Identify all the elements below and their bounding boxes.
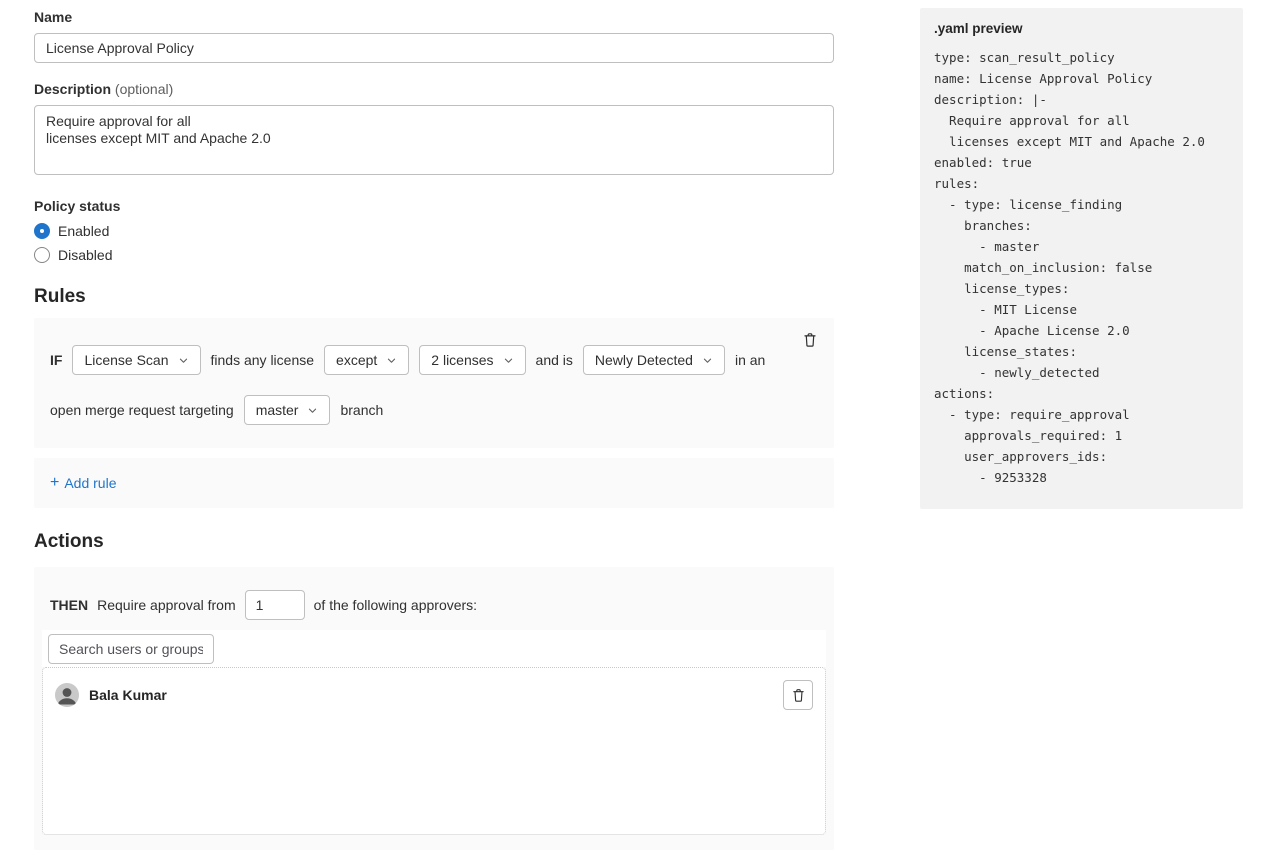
radio-enabled-label: Enabled: [58, 223, 109, 239]
policy-status-label: Policy status: [34, 198, 834, 215]
then-keyword: THEN: [50, 597, 88, 613]
radio-enabled-icon[interactable]: [34, 223, 50, 239]
policy-description-textarea[interactable]: Require approval for all licenses except…: [34, 105, 834, 175]
require-approval-text: Require approval from: [97, 597, 236, 613]
description-optional-text: (optional): [115, 81, 173, 97]
delete-rule-button[interactable]: [798, 328, 822, 352]
chevron-down-icon: [386, 355, 397, 366]
actions-heading: Actions: [34, 530, 834, 554]
trash-icon: [802, 332, 818, 348]
chevron-down-icon: [307, 405, 318, 416]
approver-search-input[interactable]: [48, 634, 214, 664]
policy-form: Name Description (optional) Require appr…: [34, 9, 834, 850]
rule-condition-row-1: IF License Scan finds any license except…: [50, 345, 818, 375]
license-count-dropdown-value: 2 licenses: [431, 352, 493, 368]
rule-panel: IF License Scan finds any license except…: [34, 318, 834, 448]
chevron-down-icon: [503, 355, 514, 366]
description-label: Description (optional): [34, 81, 834, 98]
branch-text: branch: [340, 402, 383, 418]
license-state-dropdown-value: Newly Detected: [595, 352, 693, 368]
then-row: THEN Require approval from of the follow…: [50, 590, 826, 620]
add-rule-button[interactable]: + Add rule: [50, 475, 117, 491]
approver-name: Bala Kumar: [89, 687, 167, 703]
approvals-required-input[interactable]: [245, 590, 305, 620]
radio-disabled-label: Disabled: [58, 247, 112, 263]
approvers-following-text: of the following approvers:: [314, 597, 477, 613]
approver-search-strip: [42, 630, 826, 667]
yaml-preview-title: .yaml preview: [934, 20, 1229, 38]
yaml-preview-code: type: scan_result_policy name: License A…: [934, 47, 1229, 488]
targeting-text: open merge request targeting: [50, 402, 234, 418]
remove-approver-button[interactable]: [783, 680, 813, 710]
yaml-preview-panel: .yaml preview type: scan_result_policy n…: [920, 8, 1243, 509]
approvers-list: Bala Kumar: [42, 667, 826, 835]
policy-status-group: Policy status Enabled Disabled: [34, 198, 834, 263]
rules-heading: Rules: [34, 285, 834, 309]
if-keyword: IF: [50, 352, 62, 368]
policy-editor-page: Name Description (optional) Require appr…: [0, 0, 1265, 863]
finds-text: finds any license: [211, 352, 315, 368]
plus-icon: +: [50, 476, 59, 490]
chevron-down-icon: [702, 355, 713, 366]
name-label: Name: [34, 9, 834, 26]
scanner-dropdown-value: License Scan: [84, 352, 168, 368]
status-option-enabled[interactable]: Enabled: [34, 222, 834, 239]
avatar: [55, 683, 79, 707]
scanner-dropdown[interactable]: License Scan: [72, 345, 200, 375]
license-state-dropdown[interactable]: Newly Detected: [583, 345, 725, 375]
add-rule-label: Add rule: [64, 475, 116, 491]
description-label-text: Description: [34, 81, 111, 97]
policy-name-input[interactable]: [34, 33, 834, 63]
radio-disabled-icon[interactable]: [34, 247, 50, 263]
chevron-down-icon: [178, 355, 189, 366]
trash-icon: [791, 688, 806, 703]
add-rule-panel: + Add rule: [34, 458, 834, 508]
match-mode-dropdown-value: except: [336, 352, 377, 368]
branch-dropdown[interactable]: master: [244, 395, 331, 425]
license-count-dropdown[interactable]: 2 licenses: [419, 345, 525, 375]
branch-dropdown-value: master: [256, 402, 299, 418]
and-is-text: and is: [536, 352, 573, 368]
status-option-disabled[interactable]: Disabled: [34, 246, 834, 263]
in-an-text: in an: [735, 352, 765, 368]
approver-row: Bala Kumar: [55, 680, 813, 710]
rule-condition-row-2: open merge request targeting master bran…: [50, 395, 818, 425]
actions-panel: THEN Require approval from of the follow…: [34, 567, 834, 850]
match-mode-dropdown[interactable]: except: [324, 345, 409, 375]
